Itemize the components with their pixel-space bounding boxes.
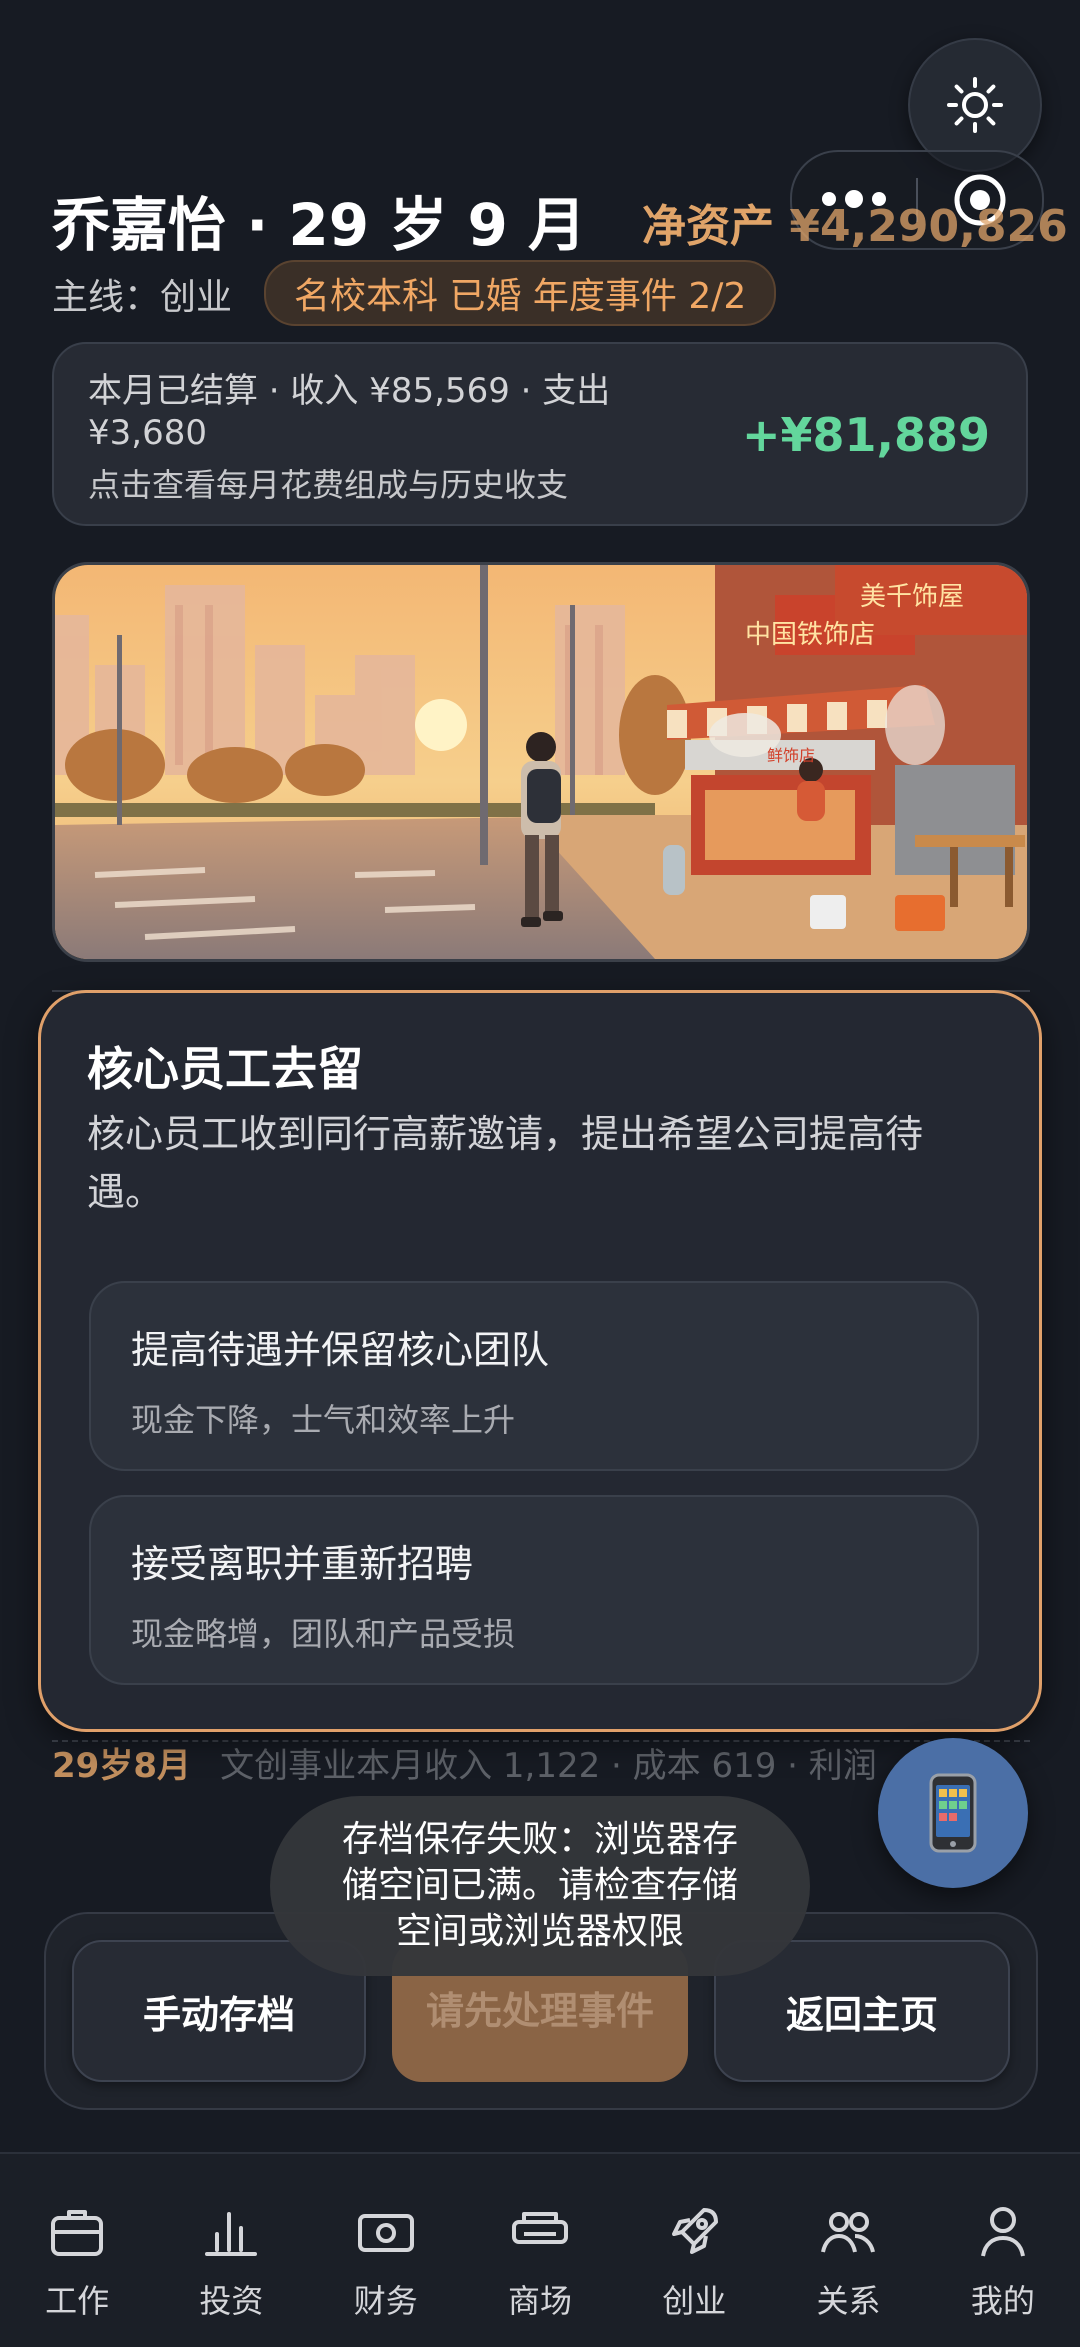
people-icon <box>819 2202 879 2262</box>
monthly-net-delta: +¥81,889 <box>741 408 990 462</box>
scene-illustration: 中国铁饰店 鲜饰店 美千饰屋 <box>52 562 1030 962</box>
mainline-label: 主线：创业 <box>52 277 233 318</box>
nav-label: 投资 <box>199 2282 264 2320</box>
sun-icon <box>947 77 1003 133</box>
character-name-age: 乔嘉怡 · 29 岁 9 月 <box>52 191 587 259</box>
event-dialog: 核心员工去留 核心员工收到同行高薪邀请，提出希望公司提高待遇。 提高待遇并保留核… <box>38 990 1042 1732</box>
event-option-rehire[interactable]: 接受离职并重新招聘 现金略增，团队和产品受损 <box>89 1495 979 1685</box>
event-title: 核心员工去留 <box>87 1042 363 1096</box>
nav-item-startup[interactable]: 创业 <box>617 2154 771 2347</box>
nav-item-mall[interactable]: 商场 <box>463 2154 617 2347</box>
monthly-settlement-text: 本月已结算 · 收入 ¥85,569 · 支出 ¥3,680 <box>88 371 611 453</box>
nav-label: 关系 <box>816 2282 881 2320</box>
nav-item-work[interactable]: 工作 <box>0 2154 154 2347</box>
shop-sign-text: 中国铁饰店 <box>745 620 875 650</box>
nav-item-relations[interactable]: 关系 <box>771 2154 925 2347</box>
top-sign-text: 美千饰屋 <box>860 582 964 612</box>
nav-label: 我的 <box>970 2282 1035 2320</box>
log-age: 29岁8月 <box>52 1746 191 1784</box>
history-log-row: 29岁8月 文创事业本月收入 1,122 · 成本 619 · 利润 <box>52 1738 1012 1784</box>
event-option-retain[interactable]: 提高待遇并保留核心团队 现金下降，士气和效率上升 <box>89 1281 979 1471</box>
bar-chart-icon <box>201 2202 261 2262</box>
monthly-detail-hint: 点击查看每月花费组成与历史收支 <box>88 466 569 504</box>
person-icon <box>973 2202 1033 2262</box>
nav-label: 商场 <box>507 2282 572 2320</box>
nav-item-invest[interactable]: 投资 <box>154 2154 308 2347</box>
net-worth: 净资产 ¥4,290,826 <box>642 190 1068 254</box>
save-error-toast: 存档保存失败：浏览器存储空间已满。请检查存储空间或浏览器权限 <box>270 1796 810 1976</box>
briefcase-icon <box>47 2202 107 2262</box>
nav-label: 财务 <box>353 2282 418 2320</box>
rocket-icon <box>664 2202 724 2262</box>
nav-item-finance[interactable]: 财务 <box>309 2154 463 2347</box>
option-desc: 现金略增，团队和产品受损 <box>131 1615 516 1653</box>
status-tags-badge: 名校本科 已婚 年度事件 2/2 <box>264 260 777 326</box>
cart-sign-text: 鲜饰店 <box>767 746 815 765</box>
nav-label: 工作 <box>45 2282 110 2320</box>
mobile-phone-icon <box>929 1773 977 1853</box>
monthly-summary-card[interactable]: 本月已结算 · 收入 ¥85,569 · 支出 ¥3,680 点击查看每月花费组… <box>52 342 1028 526</box>
printer-icon <box>510 2202 570 2262</box>
cash-icon <box>356 2202 416 2262</box>
bottom-nav: 工作 投资 财务 商场 创业 关系 我的 <box>0 2152 1080 2347</box>
net-worth-label: 净资产 <box>642 201 774 252</box>
phone-fab-button[interactable] <box>878 1738 1028 1888</box>
option-title: 接受离职并重新招聘 <box>131 1542 474 1586</box>
nav-item-me[interactable]: 我的 <box>926 2154 1080 2347</box>
event-description: 核心员工收到同行高薪邀请，提出希望公司提高待遇。 <box>87 1112 924 1214</box>
log-text: 文创事业本月收入 1,122 · 成本 619 · 利润 <box>220 1746 877 1784</box>
net-worth-value: ¥4,290,826 <box>789 201 1068 252</box>
toast-text: 存档保存失败：浏览器存储空间已满。请检查存储空间或浏览器权限 <box>341 1819 738 1952</box>
nav-label: 创业 <box>662 2282 727 2320</box>
option-title: 提高待遇并保留核心团队 <box>131 1328 550 1372</box>
option-desc: 现金下降，士气和效率上升 <box>131 1401 516 1439</box>
